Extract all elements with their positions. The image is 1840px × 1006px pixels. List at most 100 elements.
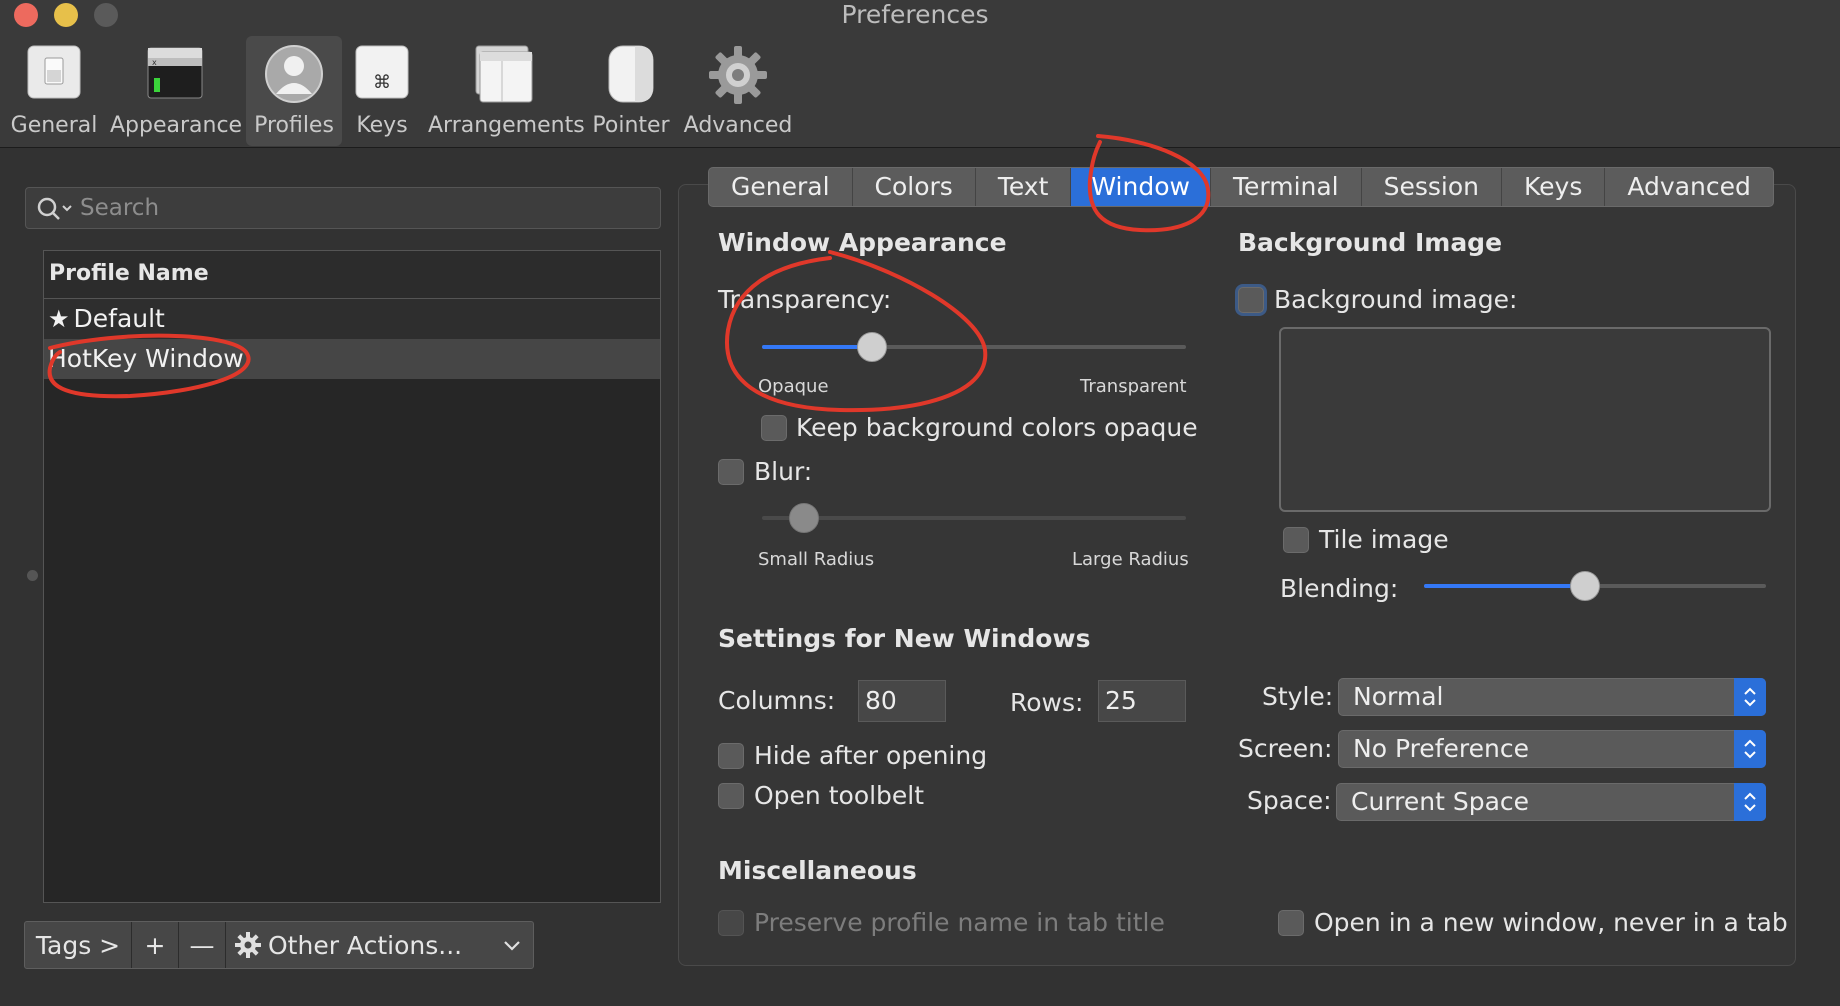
space-value: Current Space [1351,787,1530,816]
keep-bg-opaque-checkbox[interactable] [761,415,787,441]
svg-text:⌘: ⌘ [373,72,391,93]
tab-text[interactable]: Text [976,168,1072,206]
blur-label: Blur: [754,457,813,486]
space-popup[interactable]: Current Space [1336,783,1766,821]
mouse-icon [608,45,654,103]
style-label: Style: [1262,682,1334,711]
background-image-label: Background image: [1274,285,1518,314]
toolbar-label: Appearance [110,113,243,138]
tile-image-label: Tile image [1319,525,1449,554]
miscellaneous-heading: Miscellaneous [718,856,917,885]
other-actions-label: Other Actions... [268,930,463,960]
toolbar-label: Pointer [592,113,670,138]
title-bar: Preferences General x Appearance Profile… [0,0,1840,148]
toolbar-advanced[interactable]: Advanced [682,36,794,146]
general-switch-icon [27,45,81,99]
preserve-profile-name-checkbox[interactable] [718,910,744,936]
search-icon [37,197,72,220]
background-image-well[interactable] [1279,327,1771,512]
arrangements-window-icon [475,45,533,103]
toolbar-label: Profiles [254,113,334,138]
background-image-checkbox[interactable] [1238,287,1264,313]
other-actions-menu[interactable]: Other Actions... [226,922,533,968]
gear-icon [235,932,261,958]
split-view-handle[interactable] [27,570,38,581]
profile-tab-bar: General Colors Text Window Terminal Sess… [708,167,1774,207]
large-radius-label: Large Radius [1072,549,1189,570]
open-toolbelt-label: Open toolbelt [754,781,925,810]
tab-session[interactable]: Session [1362,168,1503,206]
toolbar-label: Arrangements [428,113,585,138]
toolbar-pointer[interactable]: Pointer [590,36,672,146]
profile-list: Profile Name ★ Default HotKey Window [43,250,661,903]
transparency-label: Transparency: [718,285,892,314]
gear-icon [709,46,767,104]
profile-row-hotkey-window[interactable]: HotKey Window [44,339,660,379]
tags-button[interactable]: Tags > [25,922,132,968]
hide-after-opening-label: Hide after opening [754,741,988,770]
chevron-down-icon [504,941,520,951]
profile-actions-bar: Tags > + — Other Actions... [24,921,534,969]
background-image-heading: Background Image [1238,228,1503,257]
tab-colors[interactable]: Colors [853,168,976,206]
tile-image-checkbox[interactable] [1283,527,1309,553]
toolbar-label: Advanced [683,113,793,138]
add-profile-button[interactable]: + [132,922,179,968]
up-down-arrows-icon [1734,783,1766,821]
columns-label: Columns: [718,686,836,715]
appearance-window-icon: x [147,47,203,99]
blending-label: Blending: [1280,574,1399,603]
toolbar-general[interactable]: General [8,36,100,146]
style-popup[interactable]: Normal [1338,678,1766,716]
blur-slider-track [762,516,1186,520]
rows-label: Rows: [1010,688,1084,717]
rows-field[interactable]: 25 [1098,680,1186,722]
profile-person-icon [265,45,323,103]
search-input[interactable] [80,192,640,224]
transparency-slider-fill [762,345,873,349]
blending-slider-knob[interactable] [1569,571,1600,601]
space-label: Space: [1247,786,1332,815]
columns-field[interactable]: 80 [858,680,946,722]
preserve-profile-name-label: Preserve profile name in tab title [754,908,1165,937]
new-windows-heading: Settings for New Windows [718,624,1091,653]
hide-after-opening-checkbox[interactable] [718,743,744,769]
open-new-window-label: Open in a new window, never in a tab [1314,908,1788,937]
profile-name-column-header[interactable]: Profile Name [44,251,660,299]
open-toolbelt-checkbox[interactable] [718,783,744,809]
remove-profile-button[interactable]: — [179,922,226,968]
toolbar-label: Keys [356,113,408,138]
keep-bg-opaque-label: Keep background colors opaque [796,413,1198,442]
style-value: Normal [1353,682,1444,711]
screen-value: No Preference [1353,734,1529,763]
profile-name: HotKey Window [48,344,244,373]
profile-search-field[interactable] [25,187,661,229]
toolbar-appearance[interactable]: x Appearance [110,36,243,146]
tab-window[interactable]: Window [1071,168,1211,206]
tab-general[interactable]: General [709,168,853,206]
opaque-label: Opaque [758,376,829,397]
tab-keys[interactable]: Keys [1502,168,1606,206]
up-down-arrows-icon [1734,730,1766,768]
toolbar-arrangements[interactable]: Arrangements [428,36,585,146]
svg-text:x: x [152,58,157,67]
screen-popup[interactable]: No Preference [1338,730,1766,768]
profile-name: Default [73,304,165,333]
blur-checkbox[interactable] [718,459,744,485]
toolbar-profiles[interactable]: Profiles [246,36,342,146]
up-down-arrows-icon [1734,678,1766,716]
toolbar-label: General [10,113,98,138]
toolbar-keys[interactable]: ⌘ Keys [350,36,414,146]
blending-slider-fill [1424,584,1585,588]
window-appearance-heading: Window Appearance [718,228,1007,257]
tab-terminal[interactable]: Terminal [1211,168,1362,206]
star-icon: ★ [48,305,70,333]
command-key-icon: ⌘ [355,45,409,99]
open-new-window-checkbox[interactable] [1278,910,1304,936]
small-radius-label: Small Radius [758,549,875,570]
transparent-label: Transparent [1080,376,1187,397]
screen-label: Screen: [1238,734,1333,763]
tab-advanced[interactable]: Advanced [1605,168,1773,206]
profile-row-default[interactable]: ★ Default [44,299,660,339]
window-title: Preferences [841,0,989,29]
